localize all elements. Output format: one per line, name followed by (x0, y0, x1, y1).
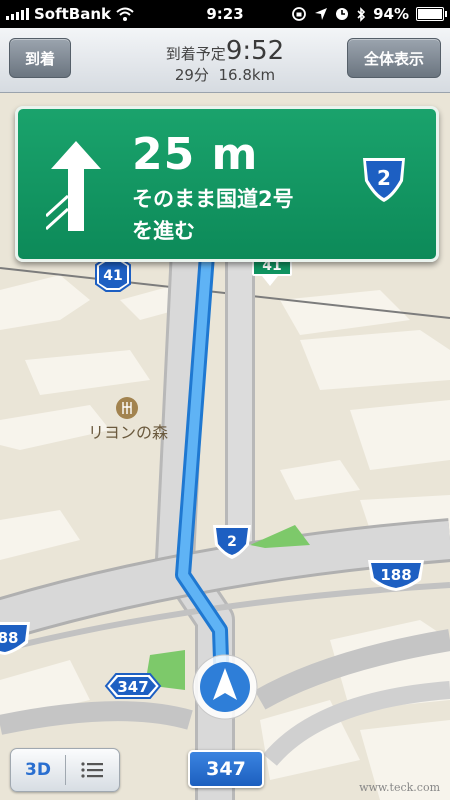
rotation-lock-icon (292, 7, 306, 21)
bluetooth-icon (357, 6, 366, 22)
current-road-label: 347 (188, 750, 264, 788)
navigation-arrow-icon (192, 654, 258, 720)
route-shield-41: 41 (95, 257, 131, 292)
instruction-line-2: を進む (132, 219, 195, 243)
poi-label: リヨンの森 (88, 423, 168, 442)
maneuver-sign[interactable]: 25 m そのまま国道2号 を進む 2 (15, 106, 439, 262)
overview-button[interactable]: 全体表示 (347, 38, 441, 78)
svg-text:2: 2 (227, 534, 237, 550)
svg-text:347: 347 (117, 678, 148, 696)
list-button[interactable] (66, 762, 118, 778)
end-route-button[interactable]: 到着 (9, 38, 71, 78)
straight-arrow-icon (46, 141, 101, 231)
svg-text:2: 2 (377, 166, 391, 190)
route-badge-icon: 2 (363, 158, 405, 202)
duration: 29分 (174, 66, 209, 84)
instruction-line-1: そのまま国道2号 (132, 187, 294, 211)
eta-label: 到着予定 (165, 45, 226, 63)
svg-text:188: 188 (380, 566, 411, 584)
svg-text:88: 88 (0, 629, 18, 647)
location-icon (315, 8, 328, 20)
distance-remaining: 16.8km (218, 66, 276, 84)
alarm-icon (336, 8, 349, 20)
map-controls: 3D (10, 748, 120, 792)
battery-icon (416, 7, 447, 21)
restaurant-icon[interactable] (116, 397, 138, 419)
watermark: www.teck.com (359, 781, 440, 794)
maneuver-distance: 25 m (132, 129, 259, 180)
status-bar: SoftBank 9:23 94% (0, 0, 450, 28)
navigation-header: 到着 到着予定9:52 29分 16.8km 全体表示 (0, 28, 450, 93)
maneuver-instruction: そのまま国道2号 を進む (132, 183, 362, 247)
eta-time: 9:52 (225, 36, 285, 66)
list-icon (81, 762, 103, 778)
3d-toggle-button[interactable]: 3D (11, 760, 65, 780)
route-shield-347: 347 (104, 673, 162, 699)
eta-summary: 到着予定9:52 29分 16.8km (120, 36, 330, 85)
battery-percent: 94% (373, 5, 409, 23)
svg-text:41: 41 (103, 268, 122, 284)
